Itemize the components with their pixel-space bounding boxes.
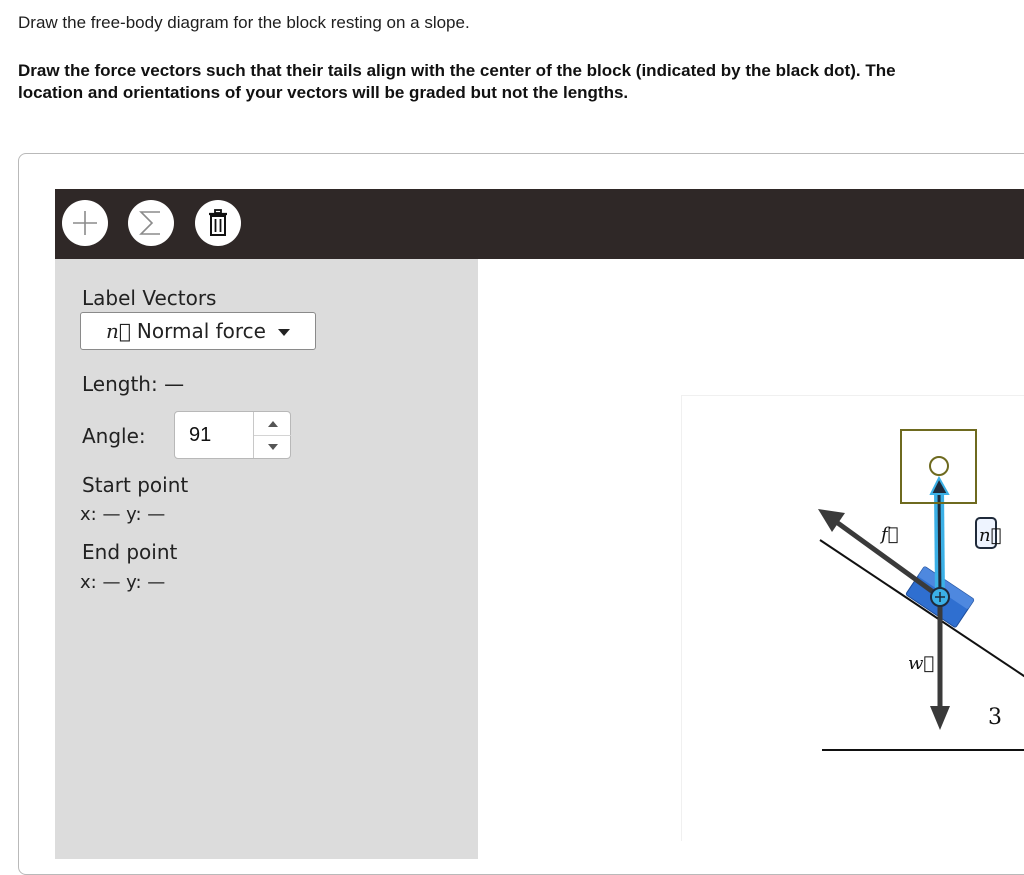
normal-arrowhead — [929, 475, 950, 495]
slope-angle-label: 3 — [988, 705, 1002, 730]
friction-arrowhead — [818, 509, 845, 532]
normal-vector-label: n⃗ — [979, 525, 1001, 546]
friction-vector-label: f⃗ — [879, 524, 898, 545]
weight-arrowhead — [930, 706, 950, 730]
endpoint-handle[interactable] — [929, 456, 949, 476]
normal-vector[interactable] — [937, 491, 942, 598]
weight-vector-label: w⃗ — [908, 653, 934, 674]
free-body-diagram: f⃗ w⃗ n⃗ 3 — [818, 429, 1024, 751]
